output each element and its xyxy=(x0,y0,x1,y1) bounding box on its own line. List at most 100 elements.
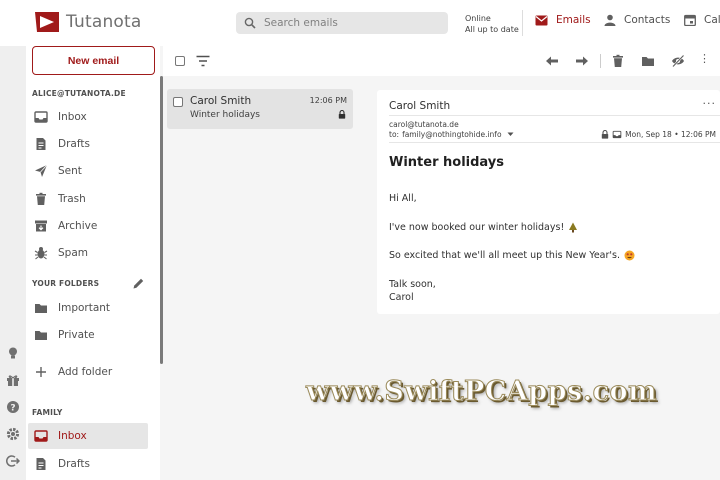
email-recipients[interactable]: to: family@nothingtohide.info xyxy=(389,130,514,139)
mail-list-item[interactable]: Carol Smith Winter holidays 12:06 PM xyxy=(167,89,353,129)
email-closing: Talk soon, xyxy=(389,279,436,290)
mail-item-subject: Winter holidays xyxy=(190,110,260,120)
email-line-1-text: I've now booked our winter holidays! xyxy=(389,222,565,233)
sidebar-item-family-drafts[interactable]: Drafts xyxy=(28,451,148,477)
search-bar[interactable] xyxy=(236,12,448,34)
person-icon xyxy=(604,14,616,26)
header-divider xyxy=(389,115,720,116)
star-eyes-emoji-icon xyxy=(624,250,635,261)
folder-sidebar: New email ALICE@TUTANOTA.DE Inbox Drafts… xyxy=(26,46,160,480)
sidebar-item-label: Spam xyxy=(58,247,88,259)
lock-icon xyxy=(601,130,609,139)
your-folders-label: YOUR FOLDERS xyxy=(32,279,100,288)
email-line-2-text: So excited that we'll all meet up this N… xyxy=(389,250,620,261)
nav-calendar[interactable]: Cale xyxy=(684,14,720,26)
search-icon xyxy=(244,17,256,29)
sidebar-item-drafts[interactable]: Drafts xyxy=(28,131,148,157)
search-input[interactable] xyxy=(264,17,434,29)
trash-icon[interactable] xyxy=(611,54,625,68)
sidebar-item-inbox[interactable]: Inbox xyxy=(28,104,148,130)
watermark-text: www.SwiftPCApps.com xyxy=(305,376,658,408)
nav-contacts[interactable]: Contacts xyxy=(604,14,670,26)
sidebar-item-archive[interactable]: Archive xyxy=(28,213,148,239)
sidebar-item-label: Important xyxy=(58,302,111,314)
select-all-checkbox[interactable] xyxy=(175,56,185,66)
sidebar-item-spam[interactable]: Spam xyxy=(28,240,148,266)
email-date-text: Mon, Sep 18 • 12:06 PM xyxy=(625,130,716,139)
sidebar-item-label: Inbox xyxy=(58,111,87,123)
email-line-2: So excited that we'll all meet up this N… xyxy=(389,250,635,261)
status-sync: All up to date xyxy=(465,25,519,34)
plus-icon xyxy=(36,367,46,377)
svg-text:?: ? xyxy=(10,404,15,414)
mail-item-sender: Carol Smith xyxy=(190,95,252,107)
trash-icon xyxy=(36,192,46,205)
mail-item-time: 12:06 PM xyxy=(309,96,347,105)
email-toolbar: ⋮ xyxy=(363,46,720,76)
spam-bug-icon xyxy=(34,247,48,260)
inbox-icon xyxy=(34,430,48,442)
reading-pane: Carol Smith ··· carol@tutanota.de to: fa… xyxy=(363,76,720,480)
gift-icon[interactable] xyxy=(6,373,20,387)
sidebar-item-label: Inbox xyxy=(58,430,87,442)
settings-gear-icon[interactable] xyxy=(6,427,20,441)
move-folder-icon[interactable] xyxy=(641,54,655,68)
email-subject: Winter holidays xyxy=(389,155,505,170)
logo-text: Tutanota xyxy=(66,12,142,32)
draft-icon xyxy=(36,458,46,470)
send-icon xyxy=(35,164,48,177)
chevron-down-icon xyxy=(507,132,514,136)
connection-status: Online All up to date xyxy=(465,13,519,35)
archive-icon xyxy=(35,220,47,232)
edit-pencil-icon[interactable] xyxy=(132,277,145,290)
sidebar-item-trash[interactable]: Trash xyxy=(28,186,148,212)
help-icon[interactable]: ? xyxy=(6,400,20,414)
filter-icon[interactable] xyxy=(196,55,210,67)
folder-icon xyxy=(35,304,47,313)
christmas-tree-emoji-icon xyxy=(569,222,578,233)
header-divider xyxy=(389,142,720,143)
to-address: family@nothingtohide.info xyxy=(402,130,502,139)
more-options-icon[interactable]: ⋮ xyxy=(699,52,713,66)
add-folder-button[interactable]: Add folder xyxy=(28,359,148,385)
envelope-icon xyxy=(535,15,548,25)
mark-unread-eye-icon[interactable] xyxy=(671,54,685,68)
sidebar-item-sent[interactable]: Sent xyxy=(28,158,148,184)
tutanota-logo-icon xyxy=(35,12,59,32)
draft-icon xyxy=(36,138,46,150)
reply-icon[interactable] xyxy=(545,54,559,68)
lightbulb-icon[interactable] xyxy=(6,346,20,360)
logout-icon[interactable] xyxy=(6,454,20,468)
email-sender-address: carol@tutanota.de xyxy=(389,120,459,129)
nav-contacts-label: Contacts xyxy=(624,14,671,26)
sidebar-item-label: Drafts xyxy=(58,138,90,150)
sidebar-item-important[interactable]: Important xyxy=(28,295,148,321)
app-header: Tutanota Online All up to date Emails Co… xyxy=(0,0,720,46)
sidebar-item-label: Sent xyxy=(58,165,82,177)
inbox-icon xyxy=(612,130,622,139)
sidebar-item-label: Drafts xyxy=(58,458,90,470)
sidebar-item-family-inbox[interactable]: Inbox xyxy=(28,423,148,449)
sidebar-item-private[interactable]: Private xyxy=(28,322,148,348)
new-email-button[interactable]: New email xyxy=(32,46,155,75)
sidebar-item-label: Trash xyxy=(58,193,86,205)
app-logo[interactable]: Tutanota xyxy=(34,11,142,33)
inbox-icon xyxy=(34,111,48,123)
email-date: Mon, Sep 18 • 12:06 PM xyxy=(601,130,716,139)
to-label: to: xyxy=(389,130,400,139)
email-greeting: Hi All, xyxy=(389,193,417,204)
mail-item-checkbox[interactable] xyxy=(173,97,183,107)
email-signature: Carol xyxy=(389,292,414,303)
calendar-icon xyxy=(684,14,696,26)
left-rail: ? xyxy=(0,46,26,480)
email-sender-name[interactable]: Carol Smith xyxy=(389,100,450,112)
nav-emails[interactable]: Emails xyxy=(535,14,591,26)
add-folder-label: Add folder xyxy=(58,366,113,378)
nav-calendar-label: Cale xyxy=(704,14,720,26)
forward-icon[interactable] xyxy=(575,54,589,68)
folder-icon xyxy=(35,331,47,340)
email-more-icon[interactable]: ··· xyxy=(703,97,717,110)
mail-list-column: Carol Smith Winter holidays 12:06 PM xyxy=(163,46,363,480)
sidebar-item-label: Private xyxy=(58,329,95,341)
header-divider xyxy=(522,10,523,36)
